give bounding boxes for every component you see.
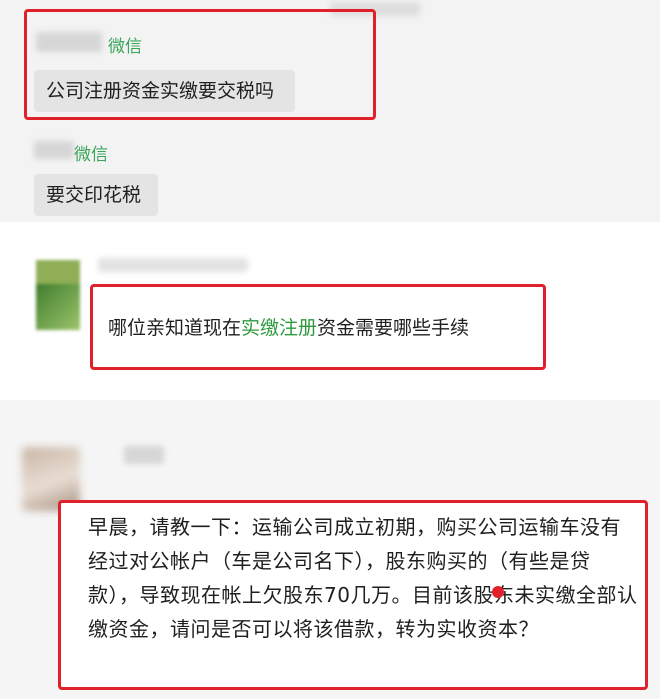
sender-name-blurred [34, 141, 74, 159]
avatar-image [36, 260, 80, 330]
sender-name-blurred [124, 446, 164, 464]
message-bubble[interactable]: 要交印花税 [34, 174, 158, 216]
highlight-box [90, 284, 546, 370]
message-source-label: 微信 [74, 145, 108, 165]
highlight-box [24, 9, 376, 120]
sender-name-blurred [98, 258, 248, 272]
highlight-box [58, 500, 648, 690]
